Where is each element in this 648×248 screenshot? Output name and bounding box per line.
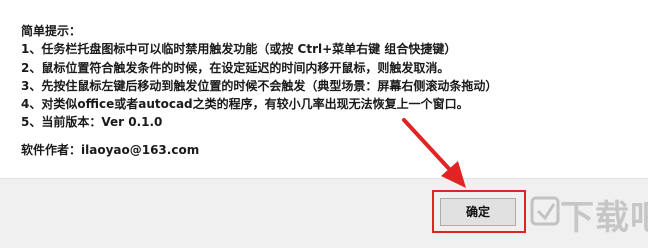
author-line: 软件作者：ilaoyao@163.com [21, 143, 200, 157]
dialog-content: 简单提示： 1、任务栏托盘图标中可以临时禁用触发功能（或按 Ctrl+菜单右键 … [0, 0, 648, 178]
tip-line-5: 5、当前版本：Ver 0.1.0 [21, 115, 163, 130]
watermark-text: 下载吧 [560, 198, 648, 238]
tip-line-2: 2、鼠标位置符合触发条件的时候，在设定延迟的时间内移开鼠标，则触发取消。 [21, 60, 450, 75]
tips-heading: 简单提示： [21, 24, 82, 38]
tip-line-1: 1、任务栏托盘图标中可以临时禁用触发功能（或按 Ctrl+菜单右键 组合快捷键） [21, 42, 457, 57]
tip-line-4: 4、对类似office或者autocad之类的程序，有较小几率出现无法恢复上一个… [21, 97, 469, 112]
tips-text: 简单提示： 1、任务栏托盘图标中可以临时禁用触发功能（或按 Ctrl+菜单右键 … [21, 22, 497, 132]
tip-line-3: 3、先按住鼠标左键后移动到触发位置的时候不会触发（典型场景：屏幕右侧滚动条拖动） [21, 78, 498, 93]
ok-button[interactable]: 确定 [440, 198, 516, 226]
